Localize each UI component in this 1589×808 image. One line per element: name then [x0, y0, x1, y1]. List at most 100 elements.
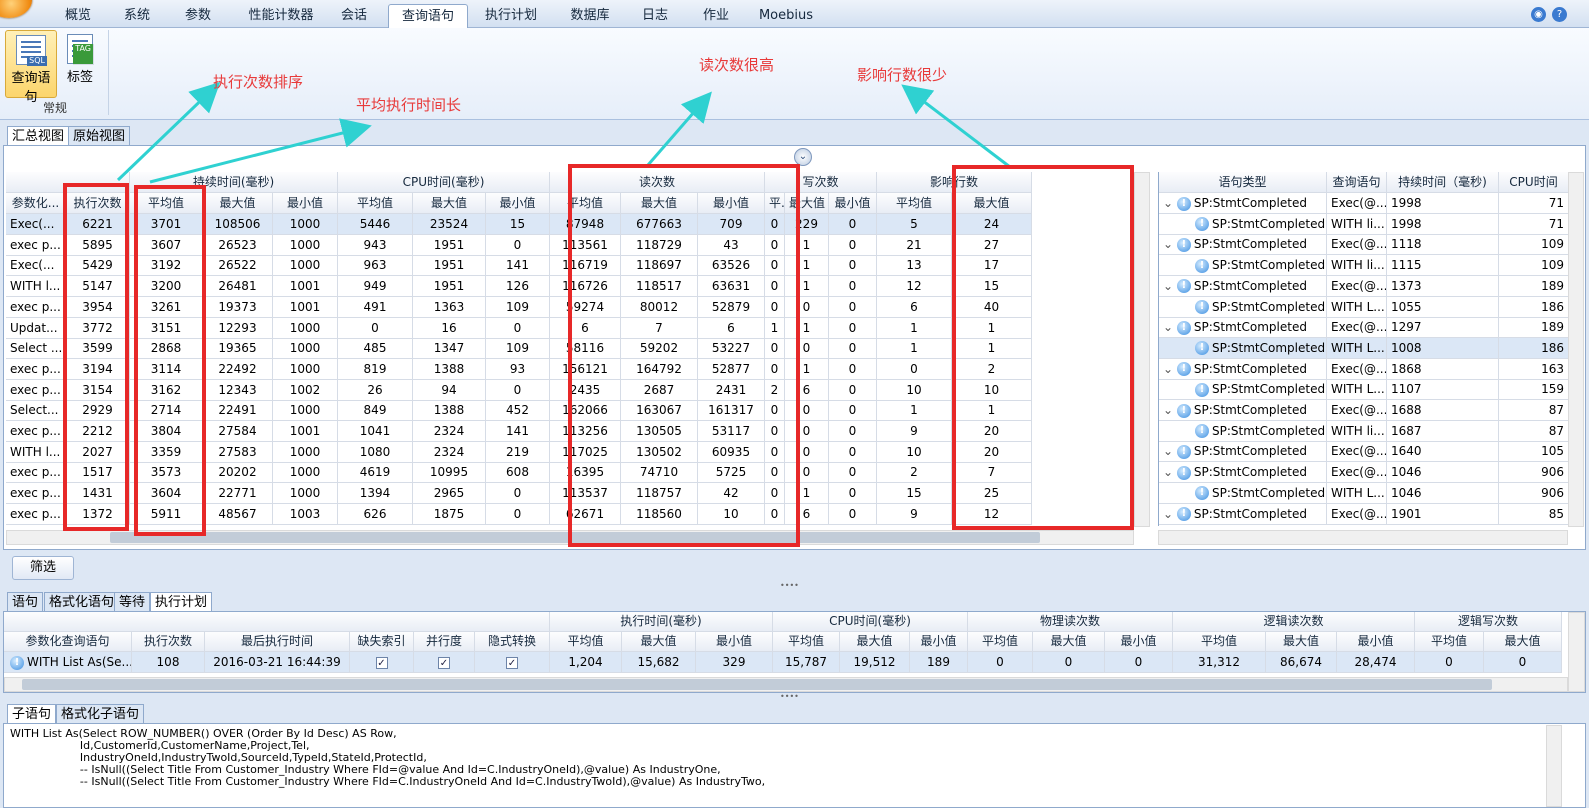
expand-chevron-icon[interactable]: ⌄ [1163, 320, 1177, 334]
detail-vscrollbar[interactable] [1568, 612, 1585, 692]
column-header[interactable]: 最小值 [910, 632, 968, 652]
column-header[interactable]: 最小值 [829, 193, 877, 214]
detail-hscroll-thumb[interactable] [22, 679, 1492, 690]
column-header[interactable]: 最大值 [952, 193, 1032, 214]
event-row[interactable]: ! SP:StmtCompleted WITH L... 1107 159 [1159, 379, 1568, 401]
expand-chevron-icon[interactable]: ⌄ [1163, 444, 1177, 458]
query-statements-button[interactable]: SQL 查询语句 [5, 30, 57, 105]
app-orb-button[interactable] [0, 0, 32, 18]
sql-vscrollbar[interactable] [1546, 725, 1562, 807]
column-header[interactable]: 最大值 [1266, 632, 1337, 652]
globe-icon[interactable]: ◉ [1531, 7, 1546, 22]
event-row[interactable]: ⌄ ! SP:StmtCompleted Exec(@... 1868 163 [1159, 358, 1568, 380]
tab-raw-view[interactable]: 原始视图 [68, 126, 131, 146]
column-header[interactable]: 最大值 [840, 632, 910, 652]
table-row[interactable]: WITH l... 2027 3359 27583 1000 1080 2324 219 117… [6, 441, 1032, 463]
tab-logs[interactable]: 日志 [633, 4, 677, 28]
tab-queries[interactable]: 查询语句 [388, 4, 468, 29]
table-row[interactable]: exec p... 1431 3604 22771 1000 1394 2965 0 11353… [6, 483, 1032, 505]
column-header[interactable]: 最大值 [621, 193, 698, 214]
column-header[interactable]: 参数化查询语句 [4, 632, 132, 652]
tab-sub-statement[interactable]: 子语句 [7, 704, 57, 724]
sql-text[interactable]: WITH List As(Select ROW_NUMBER() OVER (O… [10, 728, 1540, 806]
column-header[interactable]: 最后执行时间 [205, 632, 350, 652]
column-header[interactable]: 平均值 [877, 193, 952, 214]
table-row[interactable]: Exec(... 5429 3192 26522 1000 963 1951 141 11671… [6, 255, 1032, 277]
tab-exec-plan[interactable]: 执行计划 [479, 4, 543, 28]
event-row[interactable]: ! SP:StmtCompleted WITH li... 1687 87 [1159, 420, 1568, 442]
column-header[interactable]: 平均值 [1173, 632, 1266, 652]
filter-button[interactable]: 筛选 [12, 556, 74, 580]
expand-chevron-icon[interactable]: ⌄ [1163, 196, 1177, 210]
table-row[interactable]: exec p... 3954 3261 19373 1001 491 1363 109 5927… [6, 296, 1032, 318]
tab-waits[interactable]: 等待 [114, 592, 151, 612]
table-row[interactable]: exec p... 2212 3804 27584 1001 1041 2324 141 113… [6, 421, 1032, 442]
column-header[interactable]: 最小值 [1105, 632, 1173, 652]
event-hscrollbar[interactable] [1158, 530, 1568, 545]
event-row[interactable]: ⌄ ! SP:StmtCompleted Exec(@... 1297 189 [1159, 317, 1568, 339]
column-header[interactable]: 最小值 [486, 193, 550, 214]
column-header[interactable]: 最大值 [785, 193, 829, 214]
event-vscrollbar[interactable] [1568, 172, 1584, 527]
event-row[interactable]: ! SP:StmtCompleted WITH li... 1998 71 [1159, 213, 1568, 235]
event-row[interactable]: ⌄ ! SP:StmtCompleted Exec(@... 1998 71 [1159, 193, 1568, 214]
column-header[interactable]: 最大值 [203, 193, 273, 214]
tab-execution-plan[interactable]: 执行计划 [150, 592, 213, 612]
event-row[interactable]: ⌄ ! SP:StmtCompleted Exec(@... 1901 85 [1159, 503, 1568, 525]
table-row[interactable]: exec p... 1372 5911 48567 1003 626 1875 0 62671 1… [6, 503, 1032, 525]
help-icon[interactable]: ? [1552, 7, 1567, 22]
table-row[interactable]: exec p... 3194 3114 22492 1000 819 1388 93 15612… [6, 358, 1032, 380]
column-header[interactable]: 缺失索引 [350, 632, 414, 652]
tab-formatted-sub-statement[interactable]: 格式化子语句 [56, 704, 145, 724]
column-header[interactable]: 最小值 [273, 193, 338, 214]
table-row[interactable]: ! WITH List As(Se... 108 2016-03-21 16:44:3… [4, 652, 1562, 673]
summary-vscrollbar[interactable] [1134, 172, 1150, 527]
tab-formatted-statement[interactable]: 格式化语句 [44, 592, 120, 612]
checkbox[interactable]: ✓ [506, 656, 518, 669]
tab-summary-view[interactable]: 汇总视图 [7, 126, 70, 146]
event-row[interactable]: ⌄ ! SP:StmtCompleted Exec(@... 1373 189 [1159, 275, 1568, 297]
checkbox[interactable]: ✓ [375, 656, 388, 669]
column-header[interactable]: 平均值 [550, 632, 622, 652]
column-header[interactable]: 最小值 [1337, 632, 1415, 652]
event-column-header[interactable]: 持续时间（毫秒) [1387, 172, 1499, 193]
column-header[interactable]: 平均值 [338, 193, 413, 214]
expand-chevron-icon[interactable]: ⌄ [1163, 507, 1177, 521]
column-header[interactable]: 执行次数 [132, 632, 205, 652]
checkbox[interactable]: ✓ [438, 656, 450, 669]
collapse-chevron-icon[interactable]: ⌄ [794, 148, 812, 166]
tags-button[interactable]: TAG 标签 [58, 30, 102, 98]
event-row[interactable]: ⌄ ! SP:StmtCompleted Exec(@... 1640 105 [1159, 441, 1568, 463]
event-column-header[interactable]: CPU时间 [1499, 172, 1568, 193]
event-row[interactable]: ! SP:StmtCompleted WITH L... 1046 906 [1159, 482, 1568, 504]
column-header[interactable]: 参数化... [6, 193, 66, 214]
event-row[interactable]: ⌄ ! SP:StmtCompleted Exec(@... 1046 906 [1159, 462, 1568, 484]
event-row[interactable]: ! SP:StmtCompleted WITH li... 1115 109 [1159, 255, 1568, 277]
summary-hscroll-thumb[interactable] [110, 532, 1040, 543]
expand-chevron-icon[interactable]: ⌄ [1163, 279, 1177, 293]
splitter-grip[interactable]: •••• [780, 581, 799, 590]
tab-perf-counters[interactable]: 性能计数器 [239, 4, 323, 28]
table-row[interactable]: Select... 2929 2714 22491 1000 849 1388 452 1620… [6, 400, 1032, 422]
tab-jobs[interactable]: 作业 [694, 4, 738, 28]
column-header[interactable]: 平均值 [773, 632, 840, 652]
column-header[interactable]: 平均值 [968, 632, 1033, 652]
column-header[interactable]: 最大值 [622, 632, 696, 652]
event-row[interactable]: ! SP:StmtCompleted WITH L... 1055 186 [1159, 296, 1568, 318]
table-row[interactable]: exec p... 1517 3573 20202 1000 4619 10995 608 16… [6, 462, 1032, 484]
event-row[interactable]: ⌄ ! SP:StmtCompleted Exec(@... 1688 87 [1159, 400, 1568, 421]
table-row[interactable]: Select ... 3599 2868 19365 1000 485 1347 109 581… [6, 338, 1032, 360]
table-row[interactable]: exec p... 5895 3607 26523 1000 943 1951 0 113561… [6, 234, 1032, 256]
tab-overview[interactable]: 概览 [56, 4, 100, 28]
tab-statement[interactable]: 语句 [7, 592, 44, 612]
column-header[interactable]: 平均值 [1415, 632, 1484, 652]
expand-chevron-icon[interactable]: ⌄ [1163, 237, 1177, 251]
column-header[interactable]: 平均值 [130, 193, 203, 214]
table-row[interactable]: WITH l... 5147 3200 26481 1001 949 1951 126 1167… [6, 276, 1032, 298]
column-header[interactable]: 平均值 [550, 193, 621, 214]
tab-system[interactable]: 系统 [115, 4, 159, 28]
table-row[interactable]: exec p... 3154 3162 12343 1002 26 94 0 2435 2687 2… [6, 379, 1032, 401]
column-header[interactable]: 隐式转换 [475, 632, 550, 652]
tab-database[interactable]: 数据库 [562, 4, 618, 28]
expand-chevron-icon[interactable]: ⌄ [1163, 362, 1177, 376]
